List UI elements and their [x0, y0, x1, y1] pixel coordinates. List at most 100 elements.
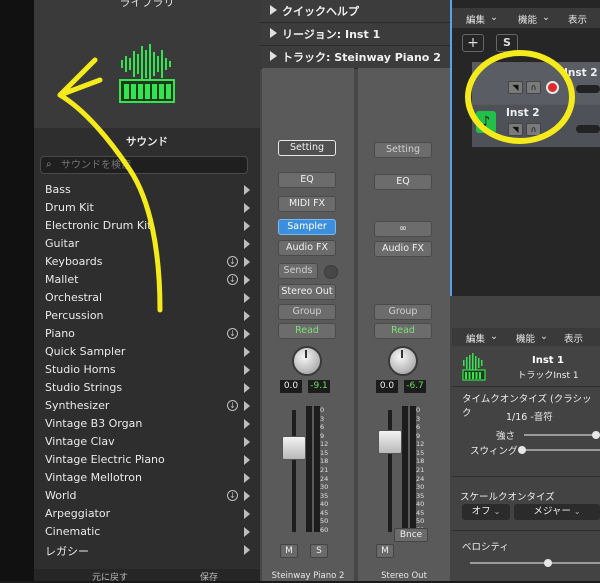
edit-menu[interactable]: 編集 [466, 12, 485, 26]
category-item[interactable]: Vintage Electric Piano [34, 451, 260, 469]
quantize-value-dropdown[interactable]: 1/16 -音符 [506, 409, 553, 423]
functions-menu[interactable]: 機能 [518, 12, 537, 26]
swing-slider-handle[interactable] [518, 446, 526, 454]
track-volume-slider[interactable] [576, 85, 600, 93]
track-row[interactable]: トラック: Steinway Piano 2 [260, 46, 450, 69]
add-track-button[interactable]: + [462, 34, 484, 52]
strength-slider-handle[interactable] [592, 431, 600, 439]
fader-handle[interactable] [282, 436, 306, 460]
view-menu[interactable]: 表示 [564, 331, 583, 345]
audio-fx-slot[interactable]: Audio FX [374, 241, 432, 257]
category-item[interactable]: Vintage Mellotron [34, 469, 260, 487]
sampler-slot[interactable]: Sampler [278, 219, 336, 235]
eq-button[interactable]: EQ [278, 172, 336, 188]
meter-tick: 6 [416, 423, 421, 432]
midi-fx-slot[interactable]: MIDI FX [278, 196, 336, 212]
category-item[interactable]: Studio Strings [34, 379, 260, 397]
meter-tick: 12 [320, 440, 329, 449]
quick-help-row[interactable]: クイックヘルプ [260, 0, 450, 23]
category-item[interactable]: Arpeggiator [34, 505, 260, 523]
group-slot[interactable]: Group [374, 304, 432, 320]
category-item[interactable]: Vintage Clav [34, 433, 260, 451]
scale-quantize-off-dropdown[interactable]: オフ ⌄ [462, 504, 510, 520]
category-item[interactable]: Mallet ↓ [34, 271, 260, 289]
bounce-button[interactable]: Bnce [394, 528, 428, 542]
region-row[interactable]: リージョン: Inst 1 [260, 23, 450, 46]
pan-knob[interactable] [388, 346, 418, 376]
edit-menu[interactable]: 編集 [466, 331, 485, 345]
track-header-2[interactable]: ♪ Inst 2 ◥ ∩ [472, 104, 600, 147]
level-meter-left [306, 406, 312, 532]
functions-menu[interactable]: 機能 [516, 331, 535, 345]
category-item[interactable]: Studio Horns [34, 361, 260, 379]
strength-slider[interactable] [524, 434, 600, 436]
category-label: Studio Horns [45, 363, 116, 376]
download-icon[interactable]: ↓ [227, 256, 238, 267]
category-item[interactable]: Piano ↓ [34, 325, 260, 343]
swing-slider[interactable] [520, 449, 600, 451]
category-item[interactable]: Quick Sampler [34, 343, 260, 361]
download-icon[interactable]: ↓ [227, 328, 238, 339]
download-icon[interactable]: ↓ [227, 400, 238, 411]
level-value: -6.7 [404, 380, 426, 393]
save-button[interactable]: 保存 [200, 570, 218, 583]
category-item[interactable]: Electronic Drum Kit [34, 217, 260, 235]
download-icon[interactable]: ↓ [227, 490, 238, 501]
category-label: Quick Sampler [45, 345, 126, 358]
mute-button[interactable]: M [376, 544, 394, 558]
category-item[interactable]: Percussion [34, 307, 260, 325]
meter-tick: 60 [320, 526, 329, 534]
setting-button[interactable]: Setting [374, 142, 432, 158]
category-item[interactable]: Guitar [34, 235, 260, 253]
output-slot[interactable]: Stereo Out [278, 284, 336, 300]
category-item[interactable]: Vintage B3 Organ [34, 415, 260, 433]
meter-tick: 24 [320, 474, 329, 483]
solo-button[interactable]: S [310, 544, 328, 558]
mute-icon[interactable]: ◥ [508, 81, 523, 94]
category-label: Vintage Mellotron [45, 471, 143, 484]
setting-button[interactable]: Setting [278, 140, 336, 156]
sends-slot[interactable]: Sends [278, 263, 318, 279]
track-header-1[interactable]: Inst 2 ◥ ∩ [472, 62, 600, 105]
mute-button[interactable]: M [280, 544, 298, 558]
velocity-slider[interactable] [470, 562, 600, 564]
category-item[interactable]: Keyboards ↓ [34, 253, 260, 271]
sends-knob[interactable] [324, 265, 338, 279]
category-item[interactable]: Drum Kit [34, 199, 260, 217]
group-slot[interactable]: Group [278, 304, 336, 320]
category-item[interactable]: Synthesizer ↓ [34, 397, 260, 415]
sound-search-input[interactable] [61, 157, 241, 173]
volume-fader[interactable]: 03691215182124303540455060 [270, 406, 346, 536]
category-item[interactable]: Bass [34, 181, 260, 199]
automation-mode[interactable]: Read [278, 323, 336, 339]
volume-fader[interactable]: 03691215182124303540455060 [366, 406, 442, 536]
category-item[interactable]: Cinematic [34, 523, 260, 541]
velocity-slider-handle[interactable] [544, 559, 552, 567]
eq-button[interactable]: EQ [374, 174, 432, 190]
automation-mode[interactable]: Read [374, 323, 432, 339]
category-item[interactable]: Orchestral [34, 289, 260, 307]
quick-help-label: クイックヘルプ [282, 5, 359, 18]
pan-knob[interactable] [292, 346, 322, 376]
audio-fx-slot[interactable]: Audio FX [278, 240, 336, 256]
sound-search[interactable]: ⌕ [40, 156, 248, 174]
view-menu[interactable]: 表示 [568, 12, 587, 26]
revert-button[interactable]: 元に戻す [92, 570, 128, 583]
mute-icon[interactable]: ◥ [508, 123, 523, 136]
scale-type-dropdown[interactable]: メジャー ⌄ [514, 504, 600, 520]
headphones-icon[interactable]: ∩ [526, 123, 541, 136]
link-icon[interactable]: ∞ [374, 221, 432, 237]
meter-tick: 9 [416, 431, 421, 440]
fader-handle[interactable] [378, 430, 402, 454]
category-item[interactable]: レガシー [34, 541, 260, 559]
chevron-down-icon: ⌄ [542, 12, 550, 23]
dropdown-value: メジャー [533, 506, 571, 517]
channel-strip-steinway: Setting EQ MIDI FX Sampler Audio FX Send… [262, 68, 354, 581]
global-solo-button[interactable]: S [496, 34, 518, 52]
category-item[interactable]: World ↓ [34, 487, 260, 505]
meter-tick: 6 [320, 423, 325, 432]
track-volume-slider[interactable] [576, 125, 600, 133]
record-enable-button[interactable] [546, 81, 559, 94]
headphones-icon[interactable]: ∩ [526, 81, 541, 94]
download-icon[interactable]: ↓ [227, 274, 238, 285]
